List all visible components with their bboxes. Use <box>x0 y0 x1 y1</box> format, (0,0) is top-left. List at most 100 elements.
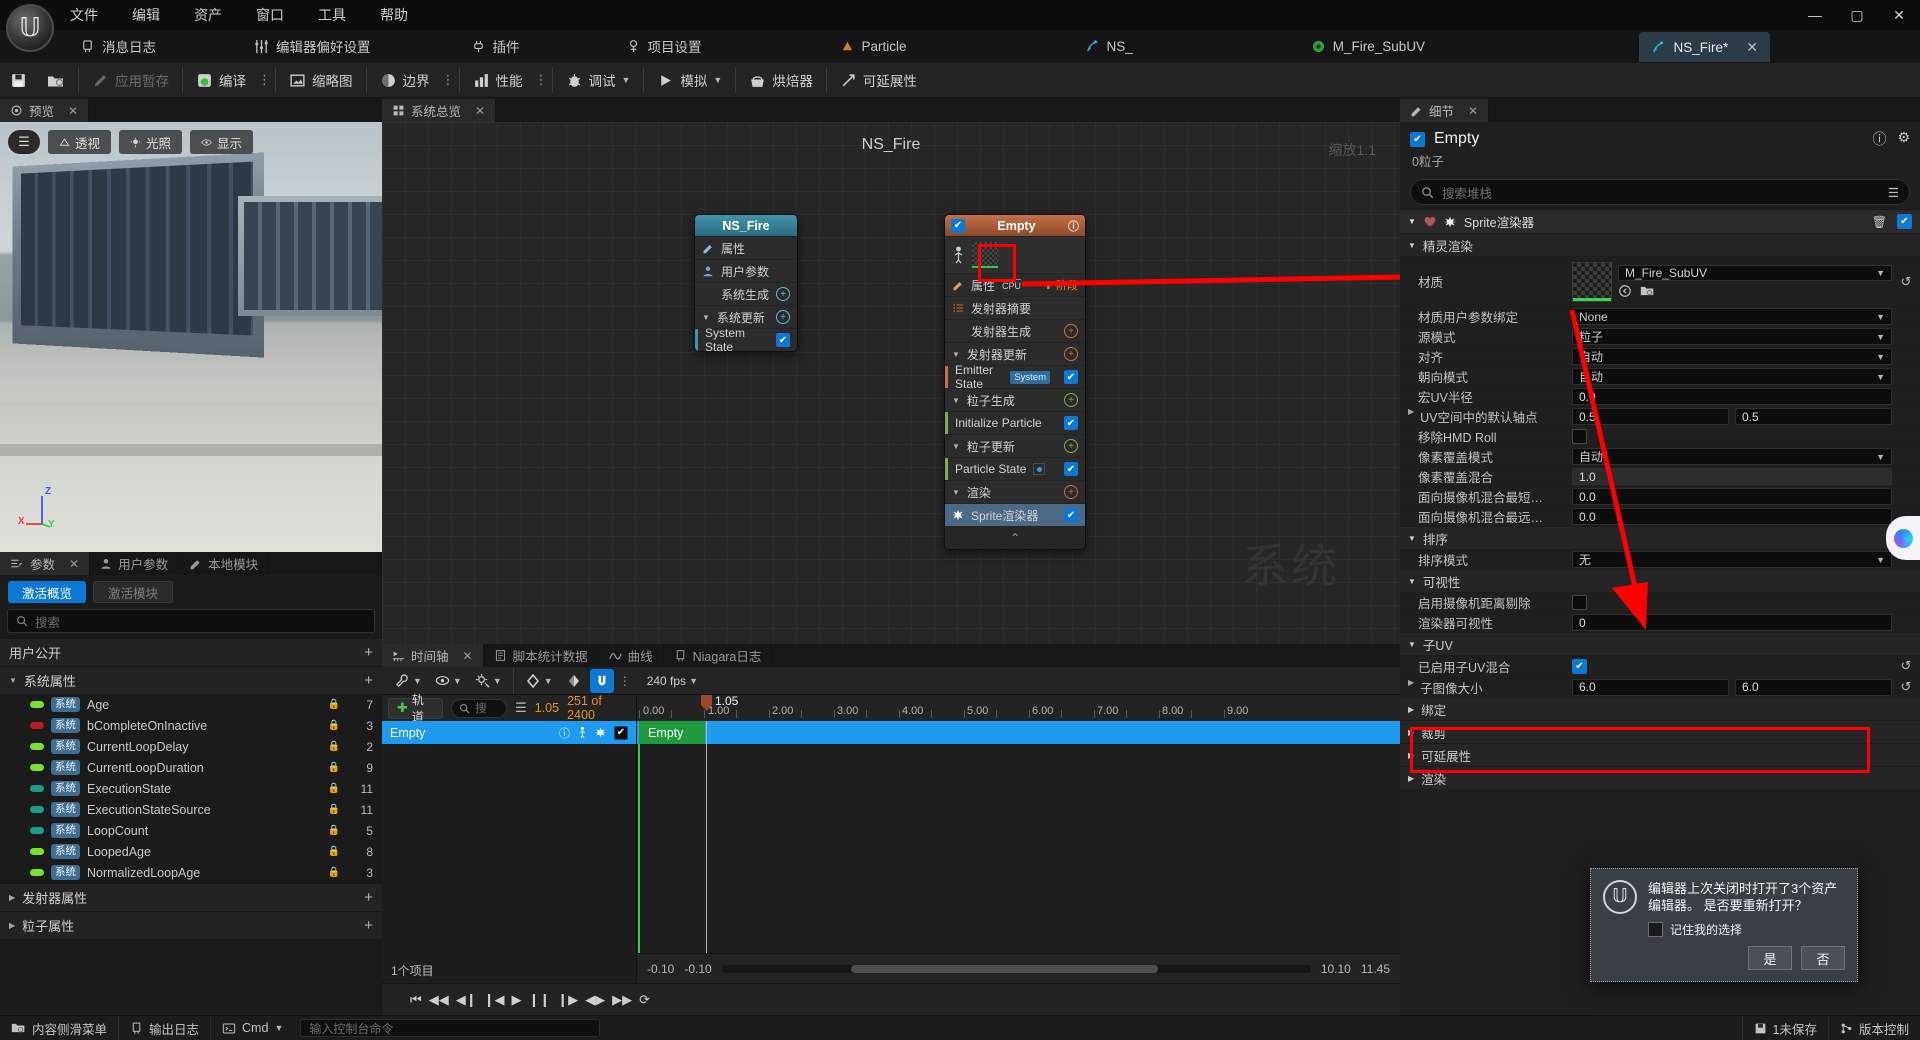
property-row-camera-blend-max[interactable]: 面向摄像机混合最远… 0.0 <box>1400 506 1920 526</box>
emitter-segment[interactable]: Empty <box>639 721 705 744</box>
timeline-snap-button[interactable] <box>589 668 614 693</box>
editor-tab-ns-fire[interactable]: NS_Fire* ✕ <box>1638 32 1770 62</box>
transport-frame-back-button[interactable]: ❙◀ <box>484 992 505 1008</box>
group-sorting[interactable]: ▼ 排序 <box>1400 526 1920 549</box>
node-row-emitter-summary[interactable]: 发射器摘要 <box>945 296 1085 319</box>
group-cutout[interactable]: ▶ 裁剪 <box>1400 720 1920 743</box>
tab-user-parameters[interactable]: 用户参数 <box>90 552 180 575</box>
viewport-show-button[interactable]: 显示 <box>190 130 254 154</box>
bounds-options-icon[interactable]: ⋮ <box>440 72 456 88</box>
console-command-input[interactable]: 输入控制台命令 <box>300 1019 601 1037</box>
info-icon[interactable]: ⓘ <box>559 725 570 741</box>
chevron-down-icon[interactable]: ▼ <box>702 313 710 322</box>
quick-item-plugins[interactable]: 插件 <box>457 30 534 62</box>
hamburger-icon[interactable]: ☰ <box>8 130 40 154</box>
menu-item-edit[interactable]: 编辑 <box>128 3 164 27</box>
chevron-down-icon[interactable]: ▼ <box>1876 452 1885 462</box>
chevron-right-icon[interactable]: ▶ <box>1408 774 1414 783</box>
timeline-key-mode-button[interactable] <box>561 669 587 693</box>
property-row-alignment[interactable]: 对齐 自动 ▼ <box>1400 346 1920 366</box>
module-enabled-checkbox[interactable]: ✔ <box>1064 416 1078 430</box>
revert-button[interactable]: ↺ <box>1898 274 1914 290</box>
chevron-down-icon[interactable]: ▼ <box>274 1023 283 1033</box>
group-visibility[interactable]: ▼ 可视性 <box>1400 569 1920 592</box>
node-row-sprite-renderer[interactable]: Sprite渲染器 ✔ <box>945 503 1085 526</box>
transport-next-key-button[interactable]: ▶▶ <box>612 992 632 1008</box>
material-combo[interactable]: M_Fire_SubUV ▼ <box>1618 265 1892 281</box>
node-row-properties[interactable]: 属性 <box>695 236 797 259</box>
tab-timeline[interactable]: 时间轴 ✕ <box>382 644 484 667</box>
add-parameter-button[interactable]: + <box>364 889 373 906</box>
chevron-right-icon[interactable]: ▶ <box>1408 705 1414 714</box>
timeline-keyframe-settings-button[interactable]: ▼ <box>470 669 507 693</box>
number-input[interactable]: 1.0 <box>1572 468 1892 485</box>
chevron-down-icon[interactable]: ▼ <box>952 488 960 497</box>
group-bindings[interactable]: ▶ 绑定 <box>1400 697 1920 720</box>
add-track-button[interactable]: ✚ 轨道 <box>388 693 444 724</box>
value-combo[interactable]: 自动 ▼ <box>1572 368 1892 385</box>
timeline-scrollbar[interactable] <box>721 964 1311 973</box>
tab-local-modules[interactable]: 本地模块 <box>179 552 270 575</box>
value-combo[interactable]: 自动 ▼ <box>1572 448 1892 465</box>
node-row-properties[interactable]: 属性 CPU ✚ 阶段 <box>945 273 1085 296</box>
maximize-button[interactable]: ▢ <box>1836 0 1878 30</box>
node-row-emitter-state[interactable]: Emitter State System ✔ <box>945 363 1085 391</box>
mode-activation-overview[interactable]: 激活概览 <box>8 581 87 603</box>
timeline-snap-options-button[interactable]: ⋮ <box>617 669 633 693</box>
chevron-down-icon[interactable]: ▼ <box>1408 534 1416 543</box>
node-collapse-button[interactable]: ⌃ <box>945 526 1085 549</box>
tab-system-overview[interactable]: 系统总览 ✕ <box>382 99 497 122</box>
add-parameter-button[interactable]: + <box>364 917 373 934</box>
close-icon[interactable]: ✕ <box>1746 39 1758 56</box>
module-enabled-checkbox[interactable]: ✔ <box>1064 462 1078 476</box>
quick-item-editor-preferences[interactable]: 编辑器偏好设置 <box>240 30 385 62</box>
system-overview-graph[interactable]: NS_Fire 缩放1:1 系统 NS_Fire 属性 用户参数 系统生成 + … <box>382 122 1400 644</box>
find-in-content-icon[interactable] <box>1640 284 1655 298</box>
transport-prev-key-button[interactable]: ◀◀ <box>429 992 449 1008</box>
group-sub-uv[interactable]: ▼ 子UV <box>1400 632 1920 655</box>
list-item[interactable]: 系统 LoopCount 🔒 5 <box>0 820 382 841</box>
list-item[interactable]: 系统 CurrentLoopDuration 🔒 9 <box>0 757 382 778</box>
property-row-pixel-coverage-blend[interactable]: 像素覆盖混合 1.0 <box>1400 466 1920 486</box>
trash-icon[interactable]: 🗑 <box>1872 215 1887 229</box>
add-module-button[interactable]: + <box>1064 393 1078 407</box>
system-node[interactable]: NS_Fire 属性 用户参数 系统生成 + ▼ 系统更新 + System S… <box>694 214 798 352</box>
add-module-button[interactable]: + <box>1064 439 1078 453</box>
chevron-right-icon[interactable]: ▶ <box>9 893 15 902</box>
debug-button[interactable]: 调试 ▼ <box>556 63 641 97</box>
number-input-y[interactable]: 0.5 <box>1735 408 1892 425</box>
transport-pause-button[interactable]: ❙❙ <box>528 992 550 1008</box>
transport-jump-start-button[interactable]: ⏮ <box>410 992 422 1008</box>
emitter-enabled-checkbox[interactable]: ✔ <box>951 218 965 233</box>
value-combo[interactable]: 粒子 ▼ <box>1572 328 1892 345</box>
simulate-button[interactable]: 模拟 ▼ <box>647 63 732 97</box>
checkbox[interactable]: ✔ <box>1572 658 1587 674</box>
quick-item-material[interactable]: M_Fire_SubUV <box>1297 30 1439 62</box>
timeline-track-row[interactable]: Empty ⓘ ✔ <box>382 721 636 744</box>
property-row-material[interactable]: 材质 M_Fire_SubUV ▼ ↺ <box>1400 256 1920 306</box>
chevron-right-icon[interactable]: ▶ <box>1408 751 1414 760</box>
node-row-particle-update[interactable]: ▼ 粒子更新 + <box>945 434 1085 457</box>
section-user-exposed[interactable]: 用户公开 + <box>0 638 382 666</box>
transport-loop-button[interactable]: ⟳ <box>639 992 650 1008</box>
property-row-sort-mode[interactable]: 排序模式 无 ▼ <box>1400 549 1920 569</box>
transport-play-reverse-button[interactable]: ▶ <box>511 992 521 1008</box>
parameters-list[interactable]: 用户公开 + ▼ 系统属性 + 系统 Age 🔒 7 系统 bCompleteO… <box>0 638 382 1015</box>
number-input-x[interactable]: 6.0 <box>1572 678 1729 696</box>
tab-parameters[interactable]: 参数 ✕ <box>0 552 91 575</box>
add-stage-button[interactable]: ✚ 阶段 <box>1044 277 1078 293</box>
tab-script-stats[interactable]: 脚本统计数据 <box>483 644 599 667</box>
module-enabled-checkbox[interactable]: ✔ <box>1064 370 1078 384</box>
number-input[interactable]: 0.0 <box>1572 508 1892 525</box>
list-item[interactable]: 系统 ExecutionStateSource 🔒 11 <box>0 799 382 820</box>
group-scalability[interactable]: ▶ 可延展性 <box>1400 743 1920 766</box>
unsaved-indicator[interactable]: 1未保存 <box>1741 1015 1828 1040</box>
performance-button[interactable]: 性能 <box>463 63 533 97</box>
renderer-enabled-checkbox[interactable]: ✔ <box>1064 508 1078 522</box>
menu-item-assets[interactable]: 资产 <box>190 3 226 27</box>
property-row-camera-blend-min[interactable]: 面向摄像机混合最短… 0.0 <box>1400 486 1920 506</box>
track-search-input[interactable]: 搜 <box>451 698 508 718</box>
chevron-down-icon[interactable]: ▼ <box>952 350 960 359</box>
object-enabled-checkbox[interactable]: ✔ <box>1410 131 1425 147</box>
revert-button[interactable]: ↺ <box>1898 679 1914 695</box>
